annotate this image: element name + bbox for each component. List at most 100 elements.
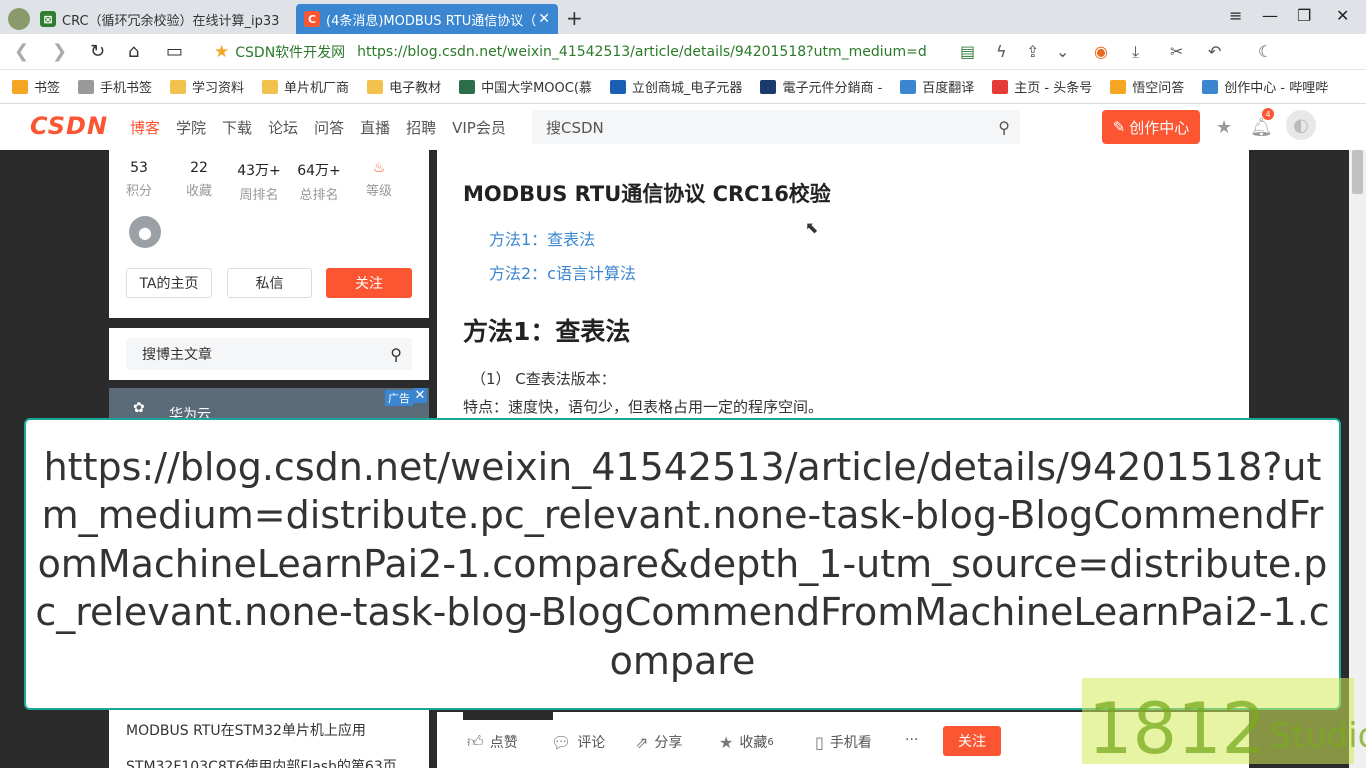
nav-item-live[interactable]: 直播	[360, 117, 390, 138]
more-button[interactable]: ···	[905, 732, 918, 748]
bookmark-item[interactable]: 立创商城_电子元器	[609, 77, 742, 96]
toc-link[interactable]: 方法1：查表法	[489, 226, 595, 250]
code-block-edge	[463, 712, 553, 720]
nav-item-academy[interactable]: 学院	[176, 117, 206, 138]
mobile-view-button[interactable]: ▯ 手机看	[815, 732, 872, 752]
nav-item-vip[interactable]: VIP会员	[452, 117, 506, 138]
lc-icon	[609, 79, 626, 94]
bookmark-item[interactable]: 书签	[12, 77, 60, 96]
related-link[interactable]: MODBUS RTU在STM32单片机上应用	[126, 720, 366, 740]
bell-icon[interactable]: 🔔︎	[1250, 117, 1273, 138]
ad-banner[interactable]: ✿ 华为云 广告 ✕	[109, 388, 429, 423]
nav-item-blog[interactable]: 博客	[130, 117, 160, 138]
reload-icon[interactable]: ↻	[90, 41, 105, 62]
edit-icon: ✎	[1112, 118, 1126, 136]
watermark-word: Studio	[1270, 716, 1366, 756]
studio-watermark: 1812 Studio	[1082, 678, 1366, 768]
scrollbar-thumb[interactable]	[1352, 150, 1363, 194]
maximize-icon[interactable]: ❐	[1297, 6, 1311, 25]
favorites-star-icon[interactable]: ★	[1216, 117, 1232, 138]
bookmark-item[interactable]: 手机书签	[78, 77, 152, 96]
stat-points: 53 积分	[125, 160, 152, 199]
nav-item-forum[interactable]: 论坛	[268, 117, 298, 138]
mouse-cursor-icon: ⬉	[805, 218, 819, 237]
csdn-search-input[interactable]: 搜CSDN ⚲	[532, 110, 1020, 144]
blogger-profile-card: 53 积分 22 收藏 43万+ 周排名 64万+ 总排名 ♨ 等级 ● TA的主页 私信…	[109, 150, 429, 318]
bookmark-item[interactable]: 電子元件分銷商 -	[760, 77, 882, 96]
close-icon[interactable]: ✕	[538, 11, 550, 27]
blogger-search-input[interactable]: 搜博主文章 ⚲	[126, 338, 412, 370]
overlay-url-text: https://blog.csdn.net/weixin_41542513/ar…	[35, 444, 1330, 683]
folder-icon	[367, 79, 384, 94]
page-scrollbar[interactable]	[1349, 150, 1366, 768]
bookmark-item[interactable]: 中国大学MOOC(慕	[459, 77, 592, 96]
search-icon[interactable]: ⚲	[390, 345, 402, 364]
create-center-button[interactable]: ✎ 创作中心	[1102, 110, 1200, 144]
tab-label: CRC（循环冗余校验）在线计算_ip33	[62, 13, 280, 29]
minimize-icon[interactable]: —	[1262, 6, 1278, 25]
scissors-icon[interactable]: ✂	[1170, 42, 1183, 61]
ad-close-icon[interactable]: ✕	[413, 388, 427, 403]
ta-home-button[interactable]: TA的主页	[126, 268, 212, 298]
bookmark-item[interactable]: 学习资料	[170, 77, 244, 96]
night-mode-icon[interactable]: ☾	[1258, 42, 1272, 61]
undo-icon[interactable]: ↶	[1208, 42, 1221, 61]
like-button[interactable]: 👍︎ 点赞	[467, 732, 518, 752]
bookmark-item[interactable]: 主页 - 头条号	[992, 77, 1092, 96]
back-icon[interactable]: ❮	[14, 41, 29, 62]
chevron-down-icon[interactable]: ⌄	[1056, 42, 1069, 61]
search-icon[interactable]: ⚲	[998, 118, 1010, 137]
paragraph: （1） C查表法版本：	[471, 370, 616, 388]
toc-link[interactable]: 方法2：c语言计算法	[489, 260, 636, 284]
collect-count: 6	[767, 736, 774, 748]
reading-mode-icon[interactable]: ▤	[960, 42, 975, 61]
new-tab-icon[interactable]: +	[566, 6, 583, 30]
nav-item-jobs[interactable]: 招聘	[406, 117, 436, 138]
paragraph: 特点：速度快，语句少，但表格占用一定的程序空间。	[463, 398, 824, 416]
comment-button[interactable]: 💬︎ 评论	[551, 732, 605, 752]
follow-button[interactable]: 关注	[326, 268, 412, 298]
bookmark-item[interactable]: 百度翻译	[900, 77, 974, 96]
reader-icon[interactable]: ▭	[166, 41, 183, 62]
home-icon[interactable]: ⌂	[128, 41, 139, 62]
toutiao-icon	[992, 79, 1009, 94]
thumbs-up-icon: 👍︎	[467, 732, 484, 751]
window-close-icon[interactable]: ✕	[1336, 6, 1349, 25]
github-icon[interactable]: ●	[129, 216, 161, 248]
forward-icon[interactable]: ❯	[52, 41, 67, 62]
level-icon: ♨	[372, 160, 386, 176]
collect-button[interactable]: ★ 收藏 6	[719, 732, 774, 752]
watermark-digits: 1812	[1088, 688, 1267, 768]
tab-modbus-article[interactable]: C (4条消息)MODBUS RTU通信协议（ ✕	[296, 4, 558, 34]
star-icon	[12, 79, 28, 94]
share-icon[interactable]: ⇪	[1026, 42, 1039, 61]
address-field[interactable]: ★ CSDN软件开发网 https://blog.csdn.net/weixin…	[214, 39, 944, 65]
bookmark-item[interactable]: 单片机厂商	[262, 77, 349, 96]
bookmark-item[interactable]: 悟空问答	[1110, 77, 1184, 96]
folder-icon	[262, 79, 279, 94]
nav-item-download[interactable]: 下载	[222, 117, 252, 138]
avatar	[8, 8, 30, 30]
menu-icon[interactable]: ≡	[1229, 6, 1242, 25]
phone-icon	[78, 79, 95, 94]
bookmark-item[interactable]: 创作中心 - 哔哩哔	[1202, 77, 1328, 96]
phone-icon: ▯	[815, 732, 824, 752]
star-icon[interactable]: ★	[214, 42, 229, 62]
address-toolbar: ❮ ❯ ↻ ⌂ ▭ ★ CSDN软件开发网 https://blog.csdn.…	[0, 34, 1366, 70]
download-icon[interactable]: ⤓	[1132, 42, 1139, 62]
game-icon[interactable]: ◉	[1094, 42, 1108, 61]
user-avatar[interactable]: ◐	[1286, 110, 1316, 140]
follow-button[interactable]: 关注	[943, 726, 1001, 756]
lightning-icon[interactable]: ϟ	[996, 42, 1007, 61]
nav-item-qa[interactable]: 问答	[314, 117, 344, 138]
ad-tag: 广告	[385, 390, 413, 406]
message-button[interactable]: 私信	[227, 268, 312, 298]
related-link[interactable]: STM32F103C8T6使用内部Flash的第63页	[126, 756, 397, 768]
share-button[interactable]: ⇗ 分享	[635, 732, 682, 752]
stat-week-rank: 43万+ 周排名	[237, 163, 281, 203]
tab-label: (4条消息)MODBUS RTU通信协议（	[326, 13, 537, 29]
bookmark-item[interactable]: 电子教材	[367, 77, 441, 96]
translate-icon	[900, 79, 917, 94]
tab-crc-calculator[interactable]: ⊠ CRC（循环冗余校验）在线计算_ip33	[0, 4, 290, 34]
csdn-logo[interactable]: CSDN	[30, 112, 108, 140]
